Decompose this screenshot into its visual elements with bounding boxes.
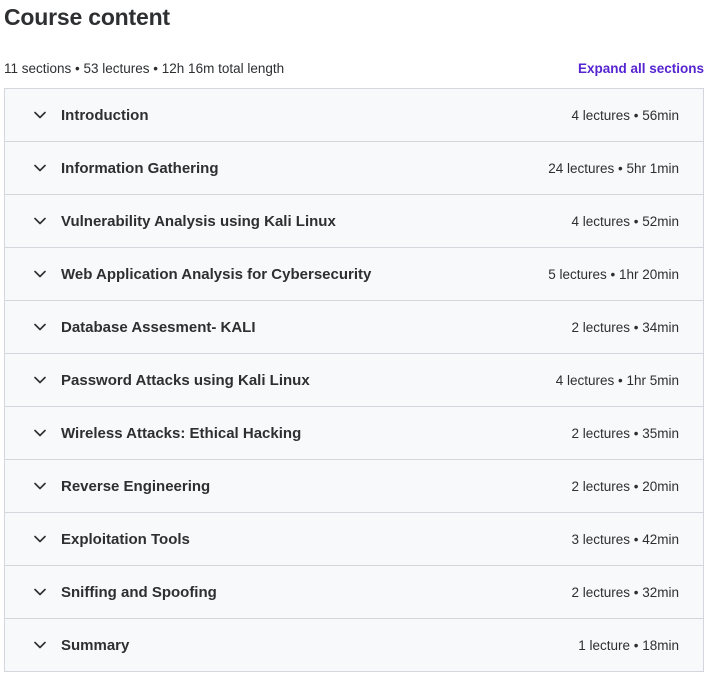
section-title: Web Application Analysis for Cybersecuri… (61, 265, 372, 283)
section-title: Wireless Attacks: Ethical Hacking (61, 424, 302, 442)
section-meta: 4 lectures • 56min (571, 107, 679, 123)
course-summary-text: 11 sections • 53 lectures • 12h 16m tota… (4, 60, 285, 76)
chevron-down-icon (33, 585, 47, 599)
chevron-down-icon (33, 532, 47, 546)
course-sections-list: Introduction 4 lectures • 56min Informat… (4, 88, 704, 672)
chevron-down-icon (33, 638, 47, 652)
section-title: Introduction (61, 106, 149, 124)
page-title: Course content (4, 4, 170, 30)
section-title: Reverse Engineering (61, 477, 211, 495)
section-meta: 5 lectures • 1hr 20min (548, 266, 679, 282)
section-row-introduction[interactable]: Introduction 4 lectures • 56min (5, 89, 703, 142)
section-row-reverse-engineering[interactable]: Reverse Engineering 2 lectures • 20min (5, 460, 703, 513)
course-summary-bar: 11 sections • 53 lectures • 12h 16m tota… (4, 58, 704, 78)
section-row-web-application-analysis[interactable]: Web Application Analysis for Cybersecuri… (5, 248, 703, 301)
chevron-down-icon (33, 214, 47, 228)
section-row-summary[interactable]: Summary 1 lecture • 18min (5, 619, 703, 671)
section-row-sniffing-and-spoofing[interactable]: Sniffing and Spoofing 2 lectures • 32min (5, 566, 703, 619)
section-meta: 2 lectures • 32min (571, 584, 679, 600)
section-row-password-attacks[interactable]: Password Attacks using Kali Linux 4 lect… (5, 354, 703, 407)
section-title: Information Gathering (61, 159, 219, 177)
chevron-down-icon (33, 108, 47, 122)
section-meta: 4 lectures • 52min (571, 213, 679, 229)
section-row-vulnerability-analysis[interactable]: Vulnerability Analysis using Kali Linux … (5, 195, 703, 248)
chevron-down-icon (33, 320, 47, 334)
section-meta: 24 lectures • 5hr 1min (548, 160, 679, 176)
section-title: Exploitation Tools (61, 530, 190, 548)
section-title: Password Attacks using Kali Linux (61, 371, 310, 389)
chevron-down-icon (33, 479, 47, 493)
section-title: Summary (61, 636, 130, 654)
chevron-down-icon (33, 426, 47, 440)
section-row-wireless-attacks[interactable]: Wireless Attacks: Ethical Hacking 2 lect… (5, 407, 703, 460)
section-title: Sniffing and Spoofing (61, 583, 217, 601)
section-meta: 4 lectures • 1hr 5min (555, 372, 679, 388)
section-meta: 1 lecture • 18min (578, 637, 679, 653)
section-row-information-gathering[interactable]: Information Gathering 24 lectures • 5hr … (5, 142, 703, 195)
section-row-database-assessment[interactable]: Database Assesment- KALI 2 lectures • 34… (5, 301, 703, 354)
section-meta: 2 lectures • 35min (571, 425, 679, 441)
chevron-down-icon (33, 267, 47, 281)
section-meta: 2 lectures • 20min (571, 478, 679, 494)
section-title: Database Assesment- KALI (61, 318, 256, 336)
chevron-down-icon (33, 161, 47, 175)
section-row-exploitation-tools[interactable]: Exploitation Tools 3 lectures • 42min (5, 513, 703, 566)
expand-all-sections-button[interactable]: Expand all sections (578, 61, 704, 76)
section-meta: 3 lectures • 42min (571, 531, 679, 547)
section-title: Vulnerability Analysis using Kali Linux (61, 212, 336, 230)
chevron-down-icon (33, 373, 47, 387)
section-meta: 2 lectures • 34min (571, 319, 679, 335)
